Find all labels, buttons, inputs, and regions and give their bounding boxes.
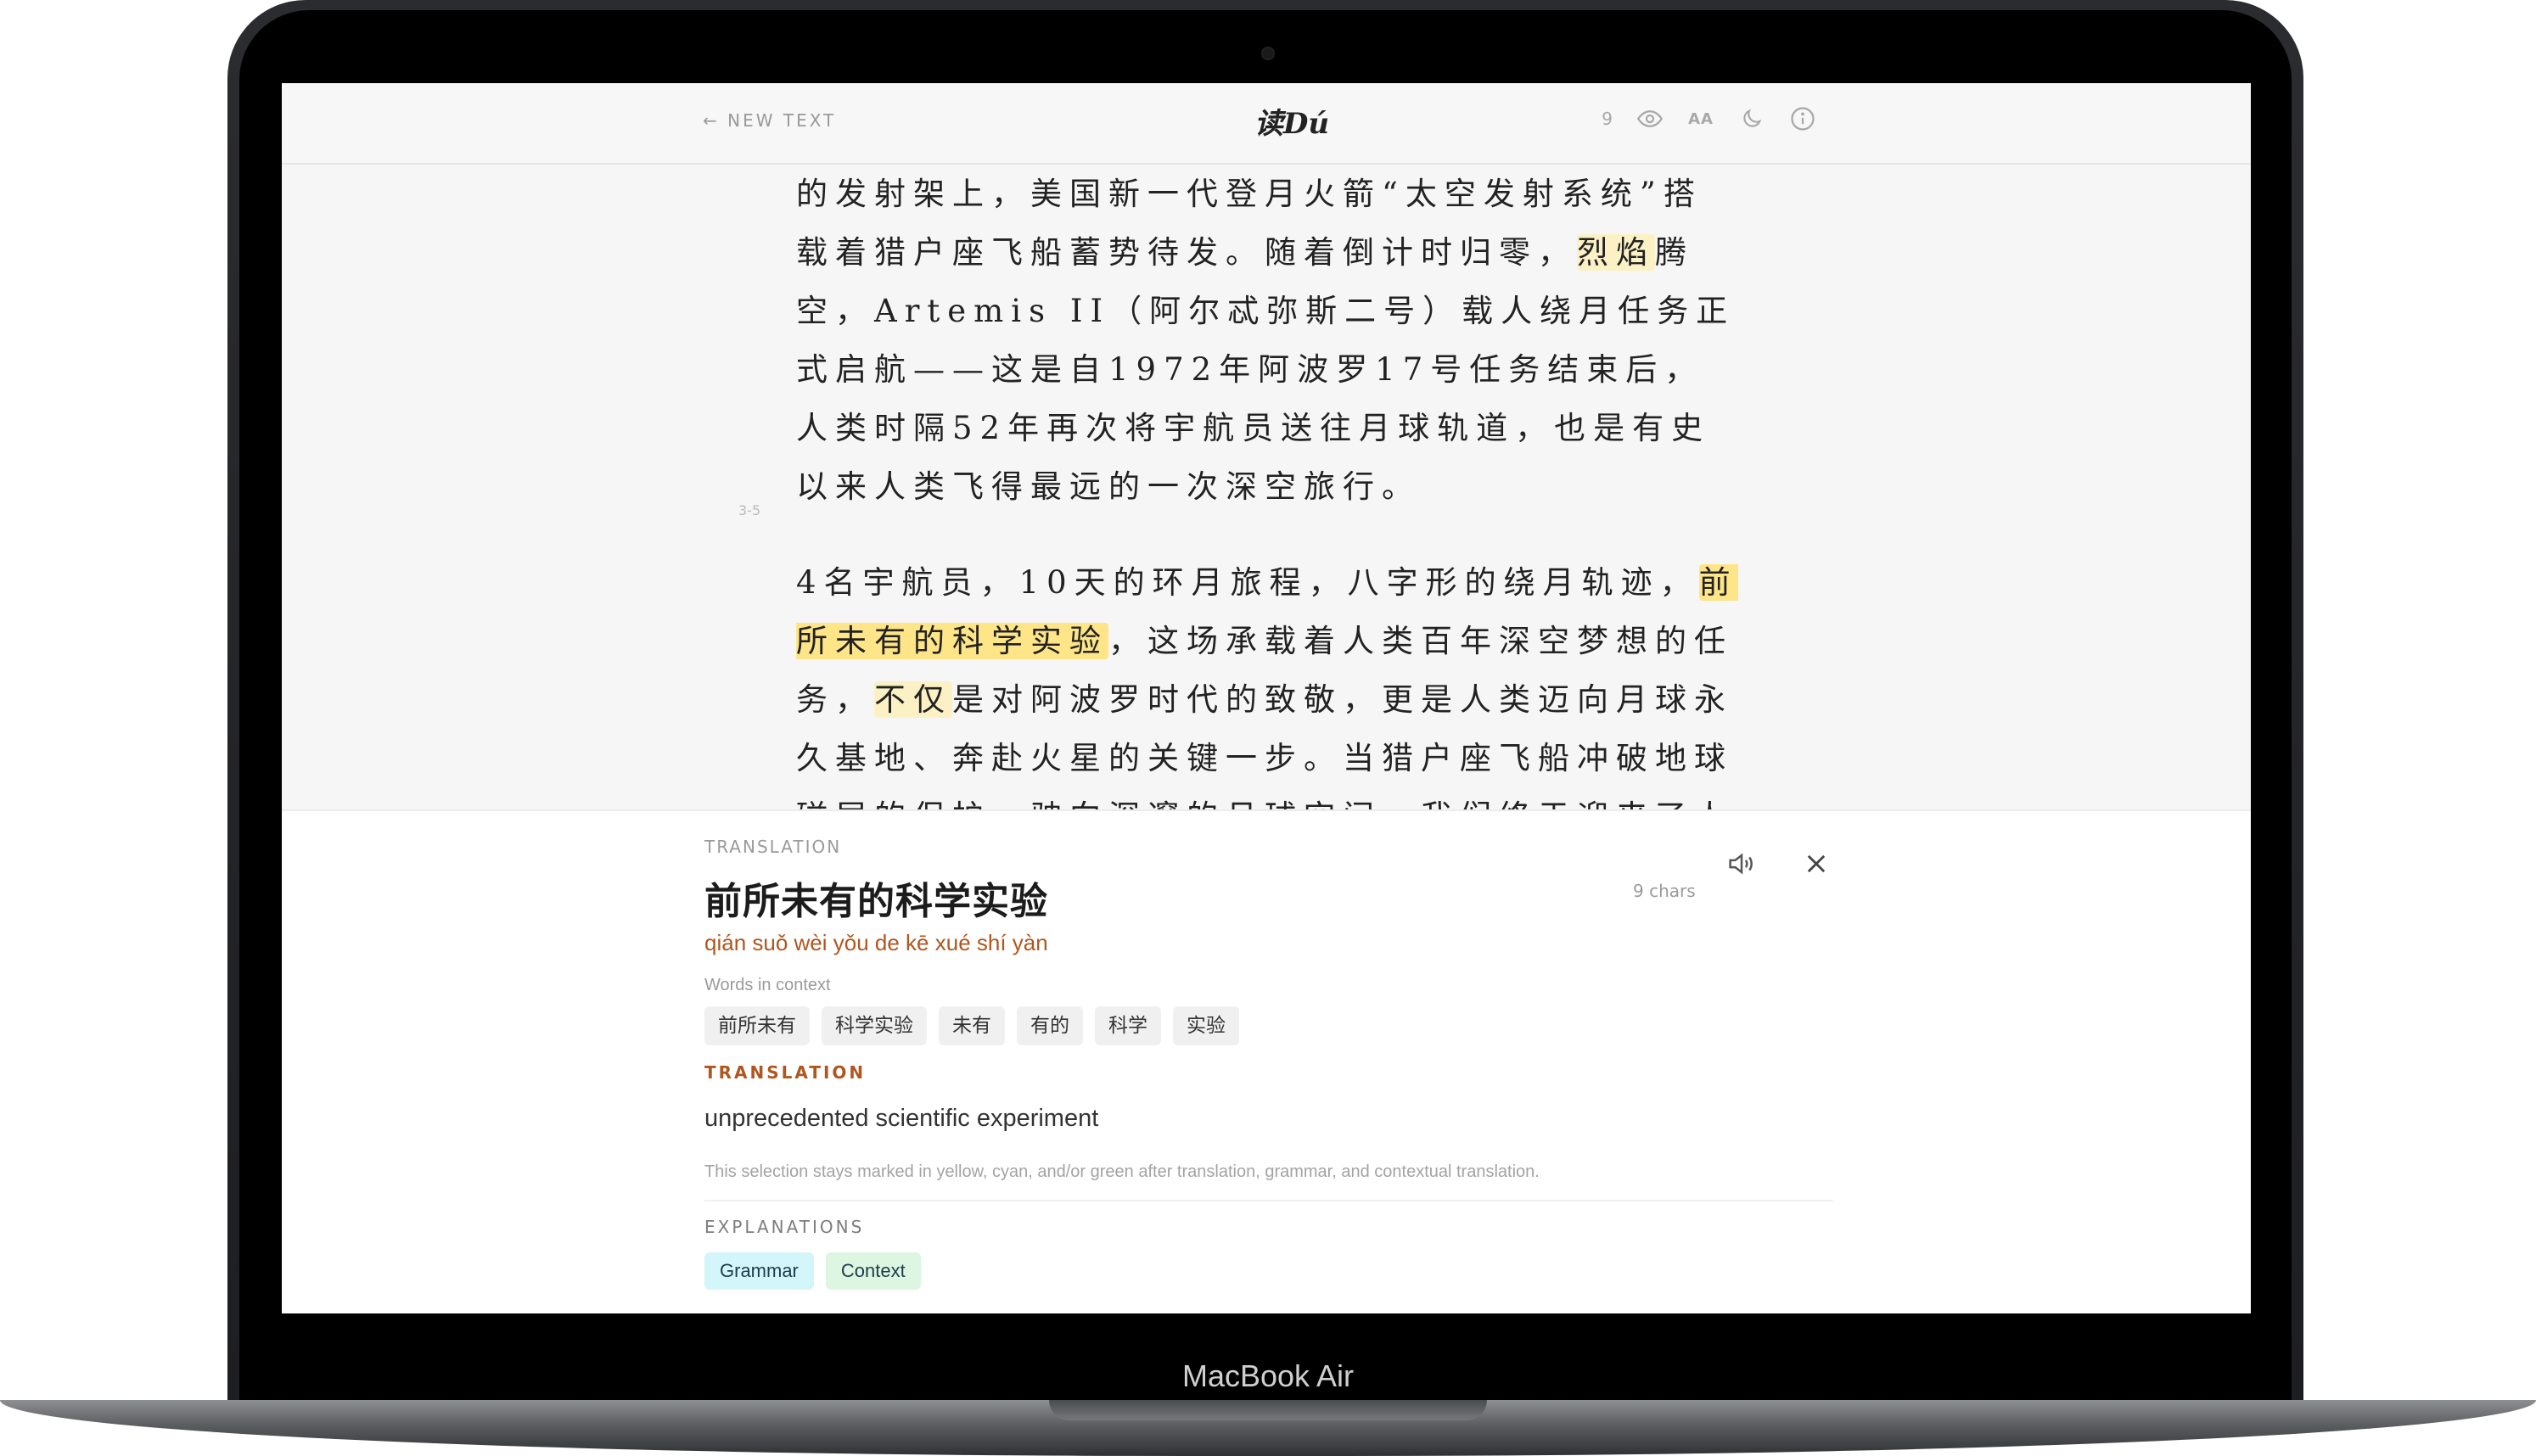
panel-label: TRANSLATION (704, 837, 842, 857)
word-chip[interactable]: 有的 (1017, 1006, 1083, 1045)
divider (704, 1200, 1833, 1201)
pinyin: qián suǒ wèi yǒu de kē xué shí yàn (704, 930, 1048, 955)
text-segment[interactable]: 的发射架上，美国新一代登月火箭“太空发射系统”搭载着猎户座飞船蓄势待发。随着倒计… (796, 176, 1703, 271)
paragraph-1: 的发射架上，美国新一代登月火箭“太空发射系统”搭载着猎户座飞船蓄势待发。随着倒计… (796, 165, 1738, 516)
info-icon[interactable] (1789, 105, 1816, 132)
highlighted-word[interactable]: 不仅 (874, 681, 952, 718)
app-header: ← NEW TEXT 读Dú 9 AA (282, 83, 2251, 165)
header-toolbar: 9 AA (1602, 105, 1816, 132)
word-chip[interactable]: 科学实验 (822, 1006, 927, 1045)
explanation-buttons: Grammar Context (704, 1252, 921, 1290)
highlight-count: 9 (1602, 109, 1613, 129)
laptop-hinge-notch (1049, 1400, 1487, 1420)
selection-note: This selection stays marked in yellow, c… (704, 1162, 1540, 1181)
text-segment[interactable]: 4名宇航员，10天的环月旅程，八字形的绕月轨迹， (796, 564, 1699, 601)
word-chip[interactable]: 实验 (1173, 1006, 1239, 1045)
words-in-context-label: Words in context (704, 976, 831, 994)
app-logo: 读Dú (1254, 107, 1330, 141)
moon-icon[interactable] (1738, 105, 1765, 132)
word-chip[interactable]: 科学 (1095, 1006, 1161, 1045)
char-count: 9 chars (1633, 881, 1696, 901)
eye-icon[interactable] (1636, 105, 1664, 132)
highlighted-word[interactable]: 烈焰 (1577, 234, 1655, 271)
word-chip[interactable]: 前所未有 (704, 1006, 810, 1045)
context-button[interactable]: Context (825, 1252, 921, 1290)
speaker-icon[interactable] (1725, 847, 1759, 881)
explanations-label: EXPLANATIONS (704, 1217, 865, 1237)
translation-panel: TRANSLATION 前所未有的科学实验 qián suǒ wèi yǒu d… (282, 809, 2251, 1313)
close-icon[interactable] (1799, 847, 1833, 881)
translation-label: TRANSLATION (704, 1062, 867, 1083)
device-label: MacBook Air (1181, 1358, 1355, 1393)
reading-pane: 的发射架上，美国新一代登月火箭“太空发射系统”搭载着猎户座飞船蓄势待发。随着倒计… (796, 165, 1738, 894)
new-text-link[interactable]: ← NEW TEXT (703, 110, 836, 131)
text-segment[interactable]: 腾空，Artemis II（阿尔忒弥斯二号）载人绕月任务正式启航——这是自197… (796, 234, 1735, 505)
font-size-button[interactable]: AA (1687, 105, 1714, 132)
app-screen: ← NEW TEXT 读Dú 9 AA 3-5 的发射架上，美国新一代登月火箭“… (282, 83, 2251, 1313)
selected-text: 前所未有的科学实验 (704, 880, 1048, 923)
translation-text: unprecedented scientific experiment (704, 1105, 1099, 1132)
word-chip[interactable]: 未有 (939, 1006, 1005, 1045)
words-in-context-list: 前所未有 科学实验 未有 有的 科学 实验 (704, 1006, 1239, 1045)
paragraph-number: 3-5 (738, 502, 761, 518)
grammar-button[interactable]: Grammar (704, 1252, 814, 1290)
camera-icon (1261, 47, 1275, 60)
